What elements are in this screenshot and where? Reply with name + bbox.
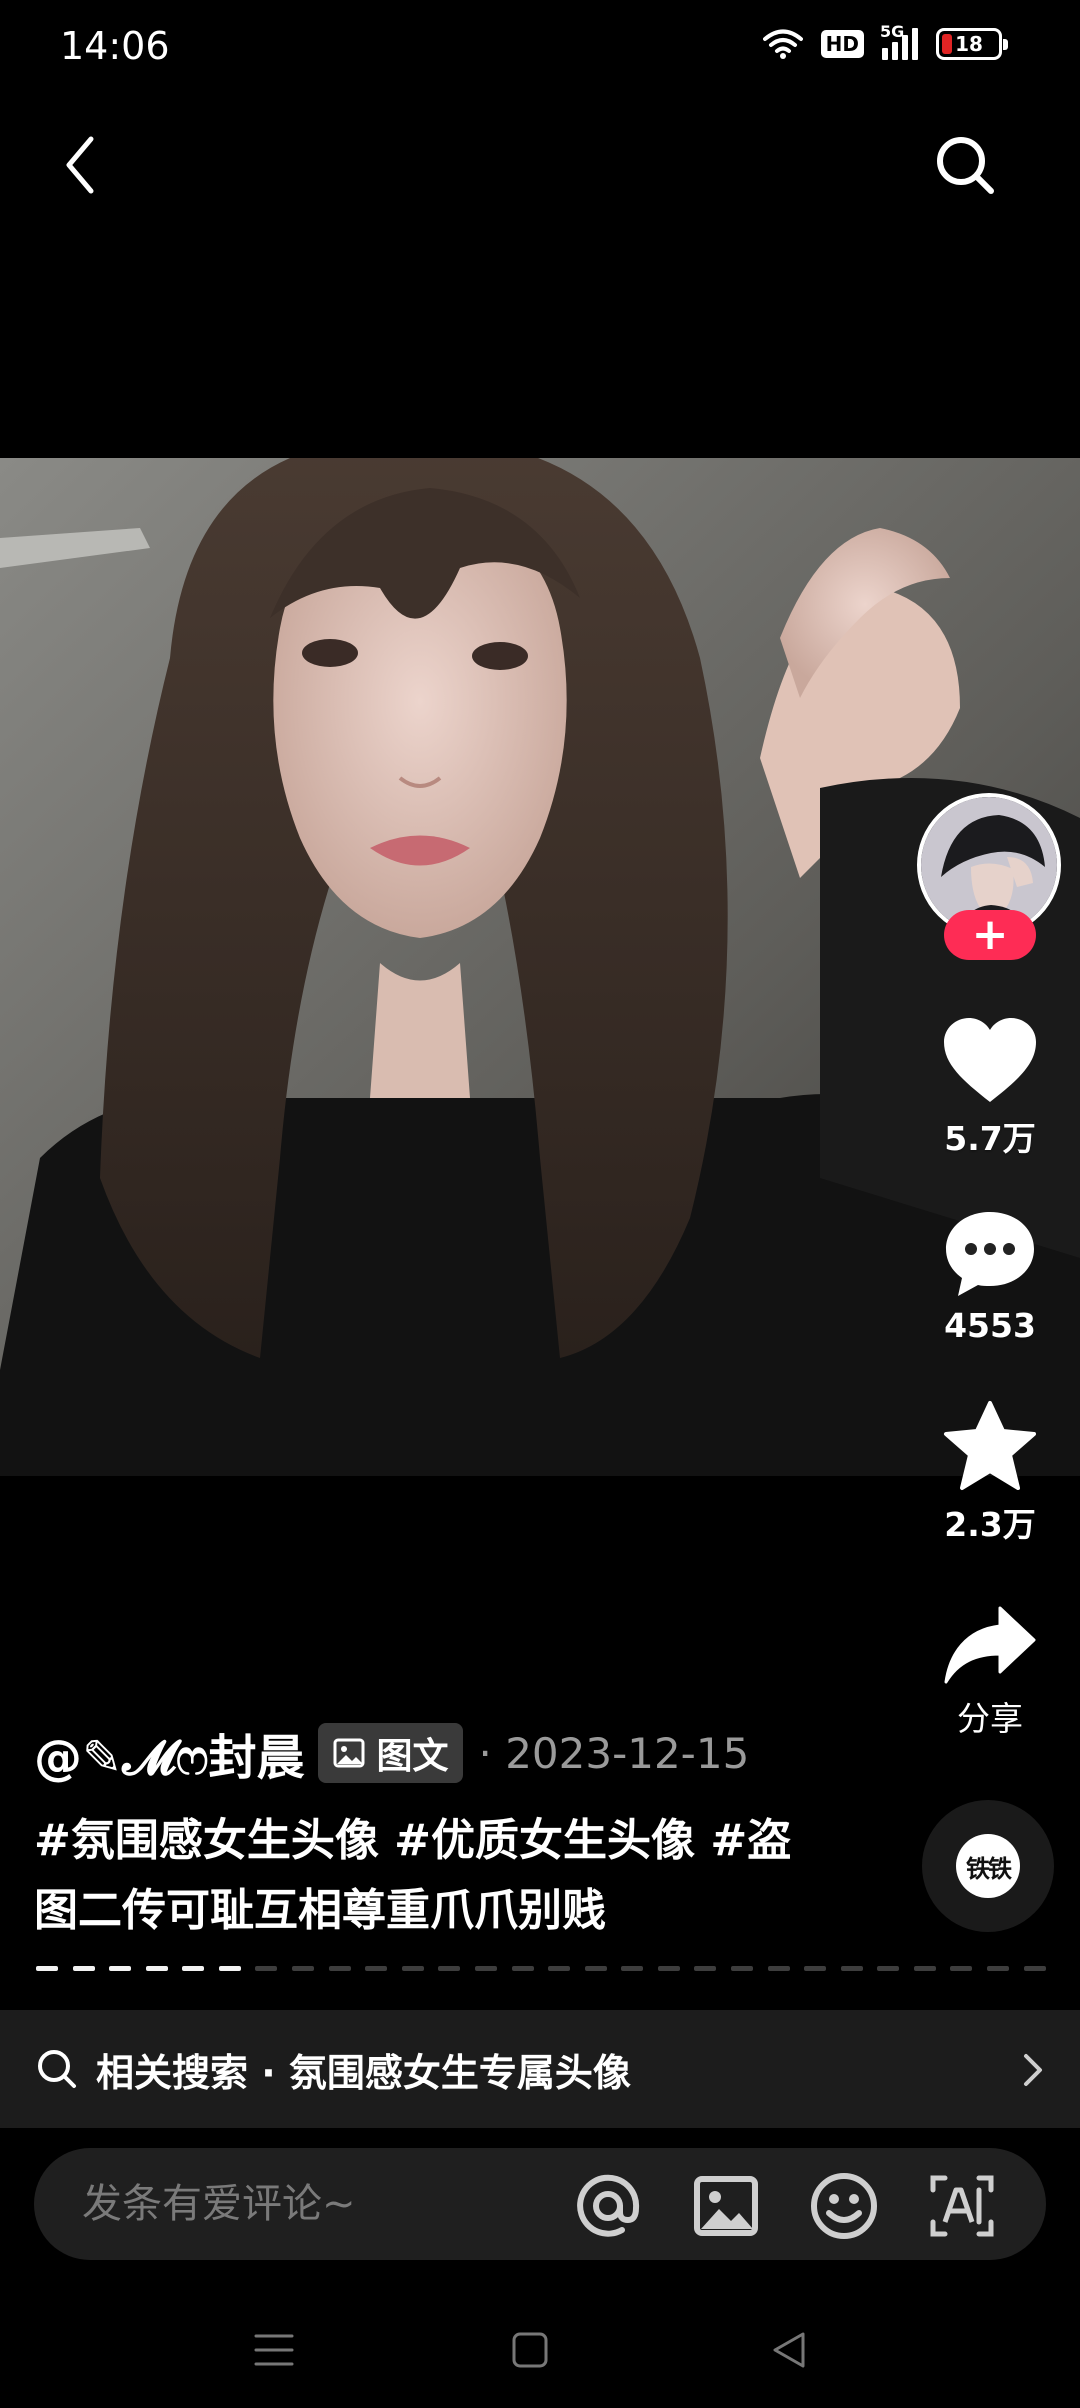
favorite-button[interactable]: 2.3万 [930,1400,1050,1546]
progress-segment [474,1966,497,1971]
battery-level-text: 18 [955,32,983,56]
progress-segment [548,1966,571,1971]
share-button[interactable]: 分享 [930,1604,1050,1740]
post-date: · 2023-12-15 [478,1728,750,1778]
progress-segment [292,1966,315,1971]
music-label: 铁铁 [956,1834,1020,1898]
menu-icon [254,2334,294,2366]
ai-button[interactable] [924,2168,1000,2244]
progress-segment [145,1966,168,1971]
post-description[interactable]: #氛围感女生头像 #优质女生头像 #盗图二传可耻互相尊重爪爪别贱 [34,1806,794,1946]
heart-icon [944,1018,1036,1102]
system-nav-bar [0,2290,1080,2408]
progress-segment [36,1966,58,1971]
search-icon [937,137,994,194]
nav-back-button[interactable] [758,2320,818,2380]
triangle-back-icon [773,2332,805,2368]
image-progress-indicator [36,1966,1046,1971]
menu-button[interactable] [244,2320,304,2380]
search-icon [38,2050,76,2088]
post-type-label: 图文 [376,1736,449,1777]
status-icons: HD 5G 18 [762,22,1008,60]
post-type-badge: 图文 [318,1723,463,1783]
progress-segment [913,1966,936,1971]
comment-icon [946,1212,1034,1296]
progress-segment [255,1966,278,1971]
progress-segment [401,1966,424,1971]
comment-input[interactable] [82,2174,562,2234]
like-button[interactable]: 5.7万 [930,1016,1050,1160]
progress-segment [877,1966,900,1971]
square-icon [512,2332,548,2368]
wifi-icon [762,29,803,59]
image-icon [694,2176,758,2236]
chevron-left-icon [66,136,94,194]
at-icon [577,2174,640,2237]
progress-segment [438,1966,461,1971]
chevron-right-icon [1024,2054,1042,2086]
related-search-bar[interactable]: 相关搜索 · 氛围感女生专属头像 [0,2010,1080,2128]
music-disc[interactable]: 铁铁 [922,1800,1054,1932]
progress-segment [182,1966,205,1971]
share-label: 分享 [957,1699,1023,1738]
battery-icon: 18 [936,28,1008,60]
progress-segment [840,1966,863,1971]
author-name[interactable]: @✎𝓜ෆ封晨 [34,1718,304,1788]
progress-segment [657,1966,680,1971]
related-search-text: 相关搜索 · 氛围感女生专属头像 [96,2050,631,2095]
progress-segment [109,1966,132,1971]
progress-segment [72,1966,95,1971]
progress-segment [328,1966,351,1971]
progress-segment [987,1966,1010,1971]
comment-button[interactable]: 4553 [930,1208,1050,1345]
follow-button[interactable]: + [944,910,1036,960]
hd-icon: HD [820,30,864,58]
progress-segment [621,1966,644,1971]
home-button[interactable] [500,2320,560,2380]
progress-segment [218,1966,241,1971]
progress-segment [365,1966,388,1971]
status-time: 14:06 [60,24,170,68]
image-picker-button[interactable] [688,2168,764,2244]
star-icon [944,1401,1036,1490]
emoji-icon [811,2173,877,2239]
search-button[interactable] [930,130,1000,200]
comment-bar [34,2148,1046,2260]
network-type-label: 5G [880,22,905,41]
progress-segment [730,1966,753,1971]
progress-segment [767,1966,790,1971]
image-icon [333,1738,365,1768]
like-count: 5.7万 [944,1119,1036,1158]
progress-segment [950,1966,973,1971]
signal-icon: 5G [880,22,918,60]
at-mention-button[interactable] [570,2168,646,2244]
author-row: @✎𝓜ෆ封晨 图文 · 2023-12-15 [34,1718,749,1788]
favorite-count: 2.3万 [944,1505,1036,1544]
back-button[interactable] [50,130,110,200]
share-arrow-icon [944,1606,1036,1684]
status-bar: 14:06 HD 5G 18 [0,0,1080,100]
progress-segment [694,1966,717,1971]
progress-segment [1023,1966,1046,1971]
emoji-button[interactable] [806,2168,882,2244]
ai-icon [930,2175,994,2237]
post-image[interactable] [0,458,1080,1476]
progress-segment [511,1966,534,1971]
portrait-photo [0,458,1080,1476]
progress-segment [584,1966,607,1971]
comment-count: 4553 [944,1306,1036,1345]
progress-segment [804,1966,827,1971]
